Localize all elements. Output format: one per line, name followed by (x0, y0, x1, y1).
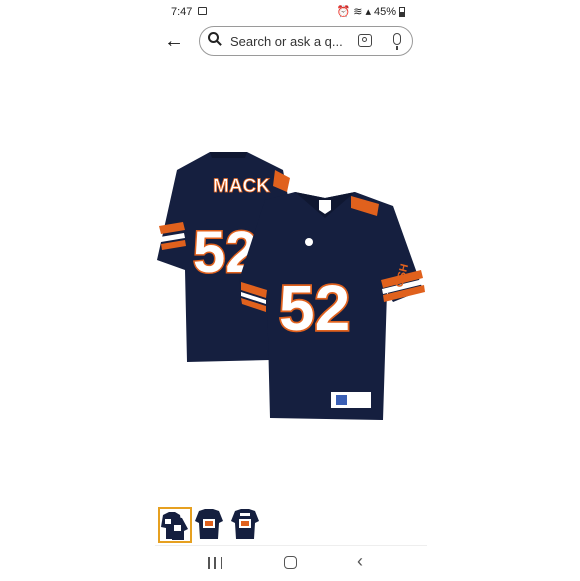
system-nav-bar: ‹ (155, 545, 427, 581)
search-placeholder: Search or ask a q... (230, 34, 343, 49)
thumbnail-3[interactable] (229, 507, 263, 543)
back-arrow-icon[interactable]: ← (163, 30, 185, 53)
camera-search-icon[interactable] (358, 34, 372, 47)
status-time: 7:47 (171, 6, 193, 18)
battery-percent: 45% (373, 5, 396, 18)
thumbnail-2[interactable] (193, 507, 227, 543)
jersey-tag-logo (336, 395, 347, 405)
thumbnail-1-image (161, 512, 188, 540)
microphone-icon[interactable] (393, 33, 401, 50)
gallery-notification-icon (198, 7, 207, 15)
alarm-icon: ⏰ (336, 6, 351, 18)
status-right: ⏰ ≋ ▴ 45% (337, 5, 405, 18)
wifi-icon: ≋ (353, 6, 363, 18)
search-icon (208, 32, 219, 43)
home-icon[interactable] (284, 556, 297, 569)
battery-icon (399, 6, 405, 17)
back-jersey-name: MACK (213, 176, 270, 197)
signal-icon: ▴ (365, 6, 371, 18)
jersey-image: MACK 52 GSH 52 (157, 152, 425, 420)
product-image[interactable]: MACK 52 GSH 52 (155, 130, 427, 430)
search-bar[interactable]: Search or ask a q... (199, 26, 413, 56)
thumbnail-strip (155, 507, 427, 545)
thumbnail-2-image (195, 509, 223, 539)
front-jersey-number: 52 (279, 272, 350, 344)
nfl-shield-icon (305, 238, 313, 246)
phone-screen: 7:47 ⏰ ≋ ▴ 45% ← Search or ask a q... MA… (155, 0, 427, 580)
back-icon[interactable]: ‹ (357, 551, 363, 572)
thumbnail-3-image (231, 509, 259, 539)
status-bar: 7:47 ⏰ ≋ ▴ 45% (155, 0, 427, 24)
thumbnail-1[interactable] (158, 507, 192, 543)
top-bar: ← Search or ask a q... (155, 24, 427, 62)
recent-apps-icon[interactable] (208, 557, 222, 569)
